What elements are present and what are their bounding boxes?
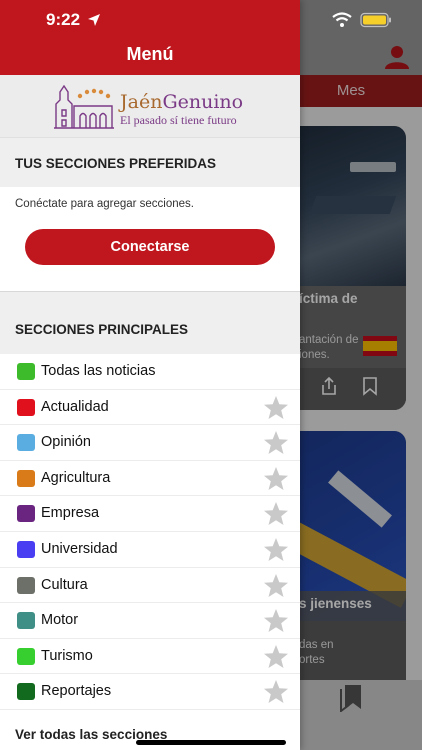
location-arrow-icon	[88, 14, 100, 26]
battery-icon	[360, 12, 391, 28]
section-color-swatch	[17, 434, 35, 452]
section-color-swatch	[17, 505, 35, 523]
section-label: Todas las noticias	[41, 363, 156, 379]
section-label: Reportajes	[41, 683, 112, 700]
section-item[interactable]: Cultura	[0, 568, 300, 604]
preferred-sections-hint: Conéctate para agregar secciones.	[15, 198, 194, 210]
home-indicator	[136, 740, 286, 745]
status-time: 9:22	[46, 10, 81, 29]
preferred-sections-heading: TUS SECCIONES PREFERIDAS	[0, 137, 300, 187]
section-label: Agricultura	[41, 469, 111, 486]
status-bar: 9:22	[0, 0, 422, 40]
favorite-star-icon[interactable]	[262, 394, 290, 422]
brand-tagline: El pasado sí tiene futuro	[120, 113, 237, 127]
section-item[interactable]: Todas las noticias	[0, 354, 300, 390]
favorite-star-icon[interactable]	[262, 572, 290, 600]
section-color-swatch	[17, 540, 35, 558]
favorite-star-icon[interactable]	[262, 465, 290, 493]
brand-name-part1: Jaén	[120, 91, 163, 113]
section-item[interactable]: Actualidad	[0, 390, 300, 426]
section-color-swatch	[17, 398, 35, 416]
wifi-icon	[332, 12, 352, 27]
section-item[interactable]: Turismo	[0, 639, 300, 675]
navigation-drawer: Menú JaénGenuino El pasado sí tiene futu…	[0, 0, 300, 750]
section-label: Actualidad	[41, 398, 109, 415]
main-sections-heading: SECCIONES PRINCIPALES	[0, 291, 300, 354]
section-label: Opinión	[41, 434, 91, 451]
section-item[interactable]: Motor	[0, 603, 300, 639]
favorite-star-icon[interactable]	[262, 678, 290, 706]
connect-button[interactable]: Conectarse	[25, 229, 275, 265]
favorite-star-icon[interactable]	[262, 643, 290, 671]
section-item[interactable]: Empresa	[0, 496, 300, 532]
section-color-swatch	[17, 647, 35, 665]
jaen-genuino-logo-icon	[54, 84, 114, 129]
section-label: Cultura	[41, 576, 88, 593]
favorite-star-icon[interactable]	[262, 429, 290, 457]
section-color-swatch	[17, 612, 35, 630]
sections-list: Todas las noticias Actualidad Opinión Agric…	[0, 354, 300, 710]
section-color-swatch	[17, 469, 35, 487]
favorite-star-icon[interactable]	[262, 607, 290, 635]
drawer-title: Menú	[126, 44, 174, 64]
section-item[interactable]: Reportajes	[0, 674, 300, 710]
brand-name: JaénGenuino	[120, 91, 243, 113]
section-label: Empresa	[41, 505, 100, 522]
section-label: Turismo	[41, 647, 93, 664]
section-label: Universidad	[41, 540, 118, 557]
section-item[interactable]: Opinión	[0, 425, 300, 461]
section-item[interactable]: Agricultura	[0, 461, 300, 497]
brand-name-part2: Genuino	[162, 91, 244, 113]
section-color-swatch	[17, 363, 35, 380]
section-item[interactable]: Universidad	[0, 532, 300, 568]
section-color-swatch	[17, 576, 35, 594]
section-label: Motor	[41, 612, 79, 629]
favorite-star-icon[interactable]	[262, 536, 290, 564]
section-color-swatch	[17, 683, 35, 701]
favorite-star-icon[interactable]	[262, 500, 290, 528]
